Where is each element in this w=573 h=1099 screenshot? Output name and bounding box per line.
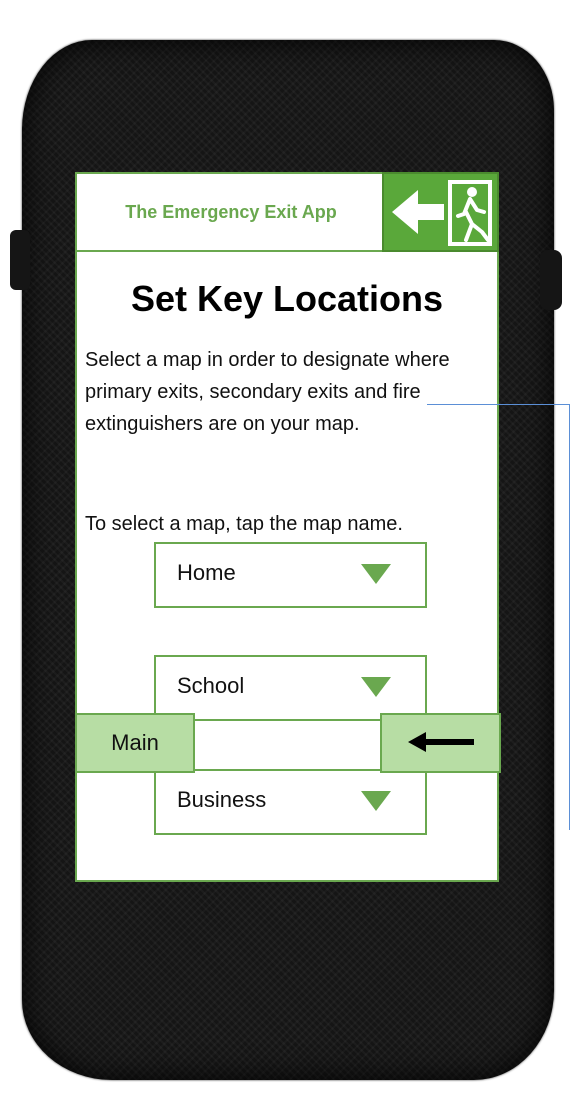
triangle-down-icon xyxy=(361,791,391,811)
annotation-connector-vertical xyxy=(569,404,570,830)
map-dropdown-label: School xyxy=(177,673,245,698)
page-description: Select a map in order to designate where… xyxy=(85,349,450,435)
triangle-down-icon xyxy=(361,677,391,697)
main-button-label: Main xyxy=(111,730,159,755)
app-name: The Emergency Exit App xyxy=(125,201,337,222)
phone-side-button-right xyxy=(540,250,562,310)
map-dropdown-label: Business xyxy=(177,787,267,812)
app-screen: The Emergency Exit App Set Key Locations… xyxy=(75,172,501,882)
app-header: The Emergency Exit App xyxy=(77,172,499,252)
emergency-exit-sign-icon xyxy=(382,172,499,252)
phone-side-button-left xyxy=(10,230,30,290)
arrow-left-icon xyxy=(408,732,474,752)
main-button[interactable]: Main xyxy=(75,713,195,773)
map-dropdown-home[interactable]: Home xyxy=(154,542,427,608)
map-dropdown-label: Home xyxy=(177,560,236,585)
map-dropdown-business[interactable]: Business xyxy=(154,769,427,835)
page-instruction: To select a map, tap the map name. xyxy=(85,513,403,535)
map-dropdown-school[interactable]: School xyxy=(154,655,427,721)
annotation-connector xyxy=(427,404,570,405)
back-button[interactable] xyxy=(380,713,501,773)
triangle-down-icon xyxy=(361,564,391,584)
page-title: Set Key Locations xyxy=(130,278,444,319)
